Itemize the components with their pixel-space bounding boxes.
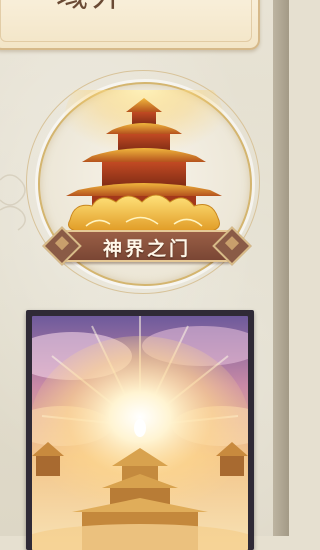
portal-name-banner: 神界之门	[40, 226, 254, 266]
heavenly-light-temple-art	[32, 316, 248, 550]
portal-name-label: 神界之门	[102, 238, 191, 260]
region-title-card[interactable]: 域外	[0, 0, 260, 50]
region-title: 域外	[56, 0, 128, 16]
portal-medallion[interactable]: 神界之门	[18, 70, 278, 294]
celestial-temple-icon	[64, 90, 224, 233]
preview-card[interactable]	[26, 310, 254, 550]
